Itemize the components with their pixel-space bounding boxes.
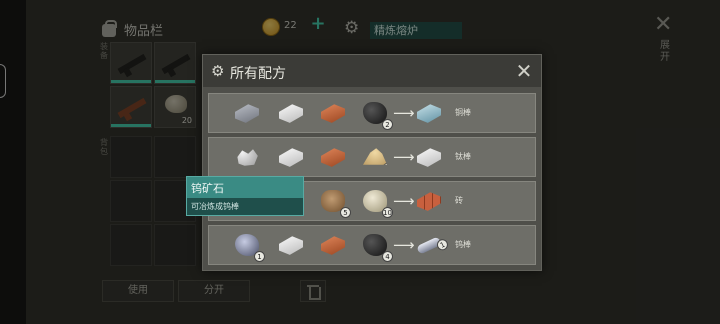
titanium-nugget-icon: 3 — [237, 149, 258, 166]
tooltip-title: 钨矿石 — [191, 182, 224, 195]
silver-ingot-icon: 1 — [279, 104, 303, 123]
qty-badge: 1 — [436, 119, 441, 123]
copper-rod-icon: 1 — [417, 104, 441, 123]
tooltip-desc: 可冶炼成钨棒 — [191, 202, 239, 211]
copper-ingot-icon: 2 — [321, 148, 345, 167]
phone-edge — [0, 0, 26, 324]
arrow-right-icon: ⟶ — [393, 148, 415, 166]
stone-icon: 10 — [363, 190, 393, 218]
qty-badge: 2 — [298, 251, 303, 255]
recipe-row[interactable]: 1 2 1 4 ⟶ 1 钨棒 — [208, 225, 536, 265]
silver-ingot-icon: 2 — [279, 236, 303, 255]
qty-badge: 5 — [382, 163, 387, 165]
qty-badge: 1 — [435, 237, 450, 253]
qty-badge: 2 — [382, 119, 393, 130]
qty-badge: 1 — [340, 119, 345, 123]
gears-icon: ⚙ — [211, 62, 225, 80]
qty-badge: 1 — [298, 163, 303, 167]
arrow-right-icon: ⟶ — [393, 236, 415, 254]
result-name: 钨棒 — [455, 240, 471, 249]
arrow-right-icon: ⟶ — [393, 104, 415, 122]
result-name: 砖 — [455, 196, 463, 205]
sand-icon: 5 — [363, 148, 387, 165]
brick-icon: 2 — [417, 192, 441, 211]
qty-badge: 1 — [254, 119, 259, 123]
modal-header: ⚙ 所有配方 ✕ — [203, 55, 541, 87]
qty-badge: 1 — [254, 251, 265, 262]
qty-badge: 4 — [382, 251, 393, 262]
close-icon[interactable]: ✕ — [513, 59, 535, 83]
qty-badge: 5 — [340, 207, 351, 218]
qty-badge: 1 — [340, 251, 345, 255]
titanium-rod-icon: 1 — [417, 148, 441, 167]
arrow-right-icon: ⟶ — [393, 192, 415, 210]
steel-ingot-icon: 1 — [235, 104, 259, 123]
silver-ingot-icon: 1 — [279, 148, 303, 167]
qty-badge: 2 — [436, 207, 441, 211]
recipe-row[interactable]: 1 1 1 2 ⟶ 1 铜棒 — [208, 93, 536, 133]
item-tooltip: 钨矿石 可冶炼成钨棒 — [186, 176, 304, 216]
tungsten-rod-icon: 1 — [416, 236, 450, 255]
clay-sack-icon: 5 — [321, 190, 351, 218]
coal-icon: 2 — [363, 102, 393, 130]
qty-badge: 2 — [340, 163, 345, 167]
qty-badge: 1 — [436, 163, 441, 167]
recipes-modal: ⚙ 所有配方 ✕ 1 1 1 2 ⟶ 1 铜棒 3 1 2 5 ⟶ 1 钛棒 5… — [202, 54, 542, 271]
qty-badge: 10 — [382, 207, 393, 218]
game-screen: 物品栏 22 + ⚙ 精炼熔炉 ✕ 展开 装备 背包 20 使用 分开 ⚙ 所有… — [26, 0, 720, 324]
modal-title: 所有配方 — [230, 66, 286, 82]
tungsten-ore-icon: 1 — [235, 234, 265, 262]
coal-icon: 4 — [363, 234, 393, 262]
qty-badge: 1 — [298, 119, 303, 123]
qty-badge: 3 — [254, 163, 258, 166]
result-name: 铜棒 — [455, 108, 471, 117]
result-name: 钛棒 — [455, 152, 471, 161]
copper-ingot-icon: 1 — [321, 236, 345, 255]
recipe-row[interactable]: 3 1 2 5 ⟶ 1 钛棒 — [208, 137, 536, 177]
copper-ingot-icon: 1 — [321, 104, 345, 123]
camera-notch — [0, 64, 6, 98]
